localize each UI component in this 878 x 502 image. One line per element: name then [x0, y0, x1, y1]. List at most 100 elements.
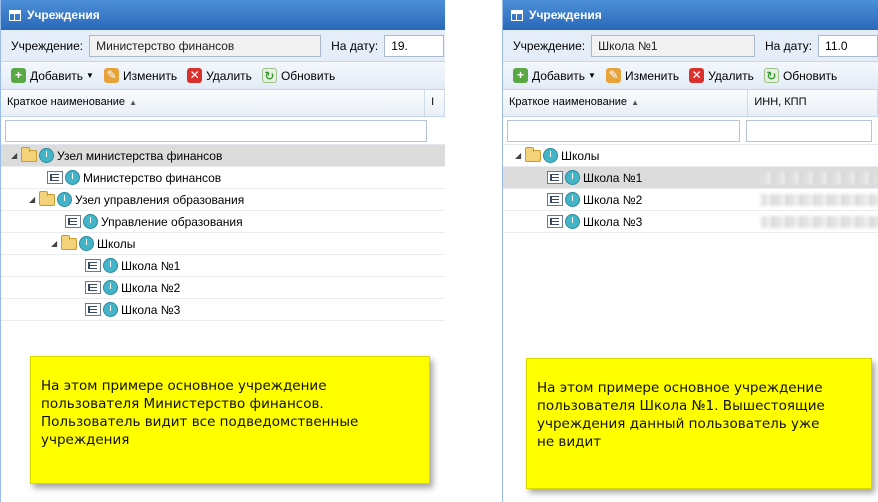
grid-filter-row — [1, 117, 445, 145]
folder-icon — [21, 146, 37, 162]
tree-row[interactable]: Школа №3 — [1, 299, 445, 321]
clock-icon — [57, 192, 72, 207]
institution-icon — [547, 193, 563, 206]
institution-icon — [547, 215, 563, 228]
institution-icon — [547, 171, 563, 184]
add-button[interactable]: + Добавить ▼ — [11, 68, 94, 83]
edit-button[interactable]: ✎ Изменить — [605, 68, 680, 83]
delete-icon: ✕ — [187, 68, 203, 83]
tree-row[interactable]: Школа №3 — [503, 211, 878, 233]
tree-row[interactable]: ◢ Узел управления образования — [1, 189, 445, 211]
delete-icon: ✕ — [689, 68, 705, 83]
delete-label: Удалить — [708, 68, 754, 83]
callout-note-right: На этом примере основное учреждение поль… — [526, 358, 872, 489]
pencil-icon: ✎ — [605, 68, 621, 83]
window-titlebar: Учреждения — [1, 0, 445, 30]
delete-button[interactable]: ✕ Удалить — [187, 68, 252, 83]
edit-button[interactable]: ✎ Изменить — [103, 68, 178, 83]
name-filter-input[interactable] — [5, 119, 427, 142]
clock-icon — [39, 148, 54, 163]
date-field[interactable]: 11.0 — [818, 34, 878, 57]
folder-icon — [61, 234, 77, 250]
refresh-icon: ↻ — [763, 68, 779, 83]
clock-icon — [565, 214, 580, 229]
date-label: На дату: — [331, 38, 379, 53]
tree-row[interactable]: Школа №2 — [503, 189, 878, 211]
pencil-icon: ✎ — [103, 68, 119, 83]
inn-filter-input[interactable] — [746, 119, 872, 142]
toolbar: + Добавить ▼ ✎ Изменить ✕ Удалить ↻ Обно… — [503, 62, 878, 90]
grid-header: Краткое наименование ▲ I — [1, 90, 445, 117]
add-icon: + — [11, 68, 26, 83]
clock-icon — [103, 280, 118, 295]
refresh-icon: ↻ — [261, 68, 277, 83]
tree-row[interactable]: Школа №1 — [1, 255, 445, 277]
tree-label: Школа №3 — [583, 214, 643, 229]
window-titlebar: Учреждения — [503, 0, 878, 30]
institution-field[interactable]: Школа №1 — [591, 34, 755, 57]
folder-icon — [39, 190, 55, 206]
redacted-inn-value — [761, 172, 878, 184]
tree-label: Школа №1 — [583, 170, 643, 185]
clock-icon — [65, 170, 80, 185]
name-filter-input[interactable] — [507, 119, 741, 142]
expand-icon[interactable]: ◢ — [29, 195, 39, 204]
tree-label: Школы — [561, 148, 600, 163]
delete-button[interactable]: ✕ Удалить — [689, 68, 754, 83]
chevron-down-icon: ▼ — [588, 71, 596, 80]
expand-icon[interactable]: ◢ — [11, 151, 21, 160]
tree-row[interactable]: ◢ Школы — [503, 145, 878, 167]
institution-label: Учреждение: — [11, 38, 84, 53]
window-icon — [9, 9, 21, 21]
tree-row[interactable]: Управление образования — [1, 211, 445, 233]
institution-icon — [85, 259, 101, 272]
expand-icon[interactable]: ◢ — [51, 239, 61, 248]
redacted-inn-value — [761, 194, 878, 206]
institution-icon — [85, 303, 101, 316]
add-label: Добавить — [30, 68, 84, 83]
institution-icon — [65, 215, 81, 228]
institution-icon — [47, 171, 63, 184]
window-title: Учреждения — [529, 8, 602, 22]
note-text: На этом примере основное учреждение поль… — [537, 380, 825, 450]
column-short-name[interactable]: Краткое наименование ▲ — [503, 90, 749, 116]
tree-row[interactable]: Министерство финансов — [1, 167, 445, 189]
folder-icon — [525, 146, 541, 162]
edit-label: Изменить — [624, 68, 680, 83]
add-icon: + — [513, 68, 528, 83]
clock-icon — [543, 148, 558, 163]
window-title: Учреждения — [27, 8, 100, 22]
sort-asc-icon: ▲ — [631, 98, 639, 107]
date-field[interactable]: 19. — [384, 34, 445, 57]
add-button[interactable]: + Добавить ▼ — [513, 68, 596, 83]
institution-field[interactable]: Министерство финансов — [89, 34, 322, 57]
delete-label: Удалить — [206, 68, 252, 83]
date-label: На дату: — [764, 38, 813, 53]
expand-icon[interactable]: ◢ — [515, 151, 525, 160]
refresh-label: Обновить — [280, 68, 336, 83]
window-icon — [511, 9, 523, 21]
column-second[interactable]: I — [425, 90, 445, 116]
clock-icon — [565, 170, 580, 185]
refresh-button[interactable]: ↻ Обновить — [763, 68, 838, 83]
tree-row[interactable]: ◢ Школы — [1, 233, 445, 255]
tree-row[interactable]: ◢ Узел министерства финансов — [1, 145, 445, 167]
note-text: На этом примере основное учреждение поль… — [41, 378, 359, 448]
tree-label: Узел управления образования — [75, 192, 245, 207]
clock-icon — [103, 258, 118, 273]
tree-label: Школа №2 — [583, 192, 643, 207]
filter-bar: Учреждение: Министерство финансов На дат… — [1, 30, 445, 62]
institution-icon — [85, 281, 101, 294]
add-label: Добавить — [532, 68, 586, 83]
tree-row[interactable]: Школа №1 — [503, 167, 878, 189]
refresh-label: Обновить — [782, 68, 838, 83]
refresh-button[interactable]: ↻ Обновить — [261, 68, 336, 83]
filter-bar: Учреждение: Школа №1 На дату: 11.0 — [503, 30, 878, 62]
edit-label: Изменить — [122, 68, 178, 83]
institution-label: Учреждение: — [513, 38, 586, 53]
tree-row[interactable]: Школа №2 — [1, 277, 445, 299]
tree-label: Министерство финансов — [83, 170, 222, 185]
column-short-name[interactable]: Краткое наименование ▲ — [1, 90, 426, 116]
column-inn-kpp[interactable]: ИНН, КПП — [748, 90, 878, 116]
clock-icon — [565, 192, 580, 207]
